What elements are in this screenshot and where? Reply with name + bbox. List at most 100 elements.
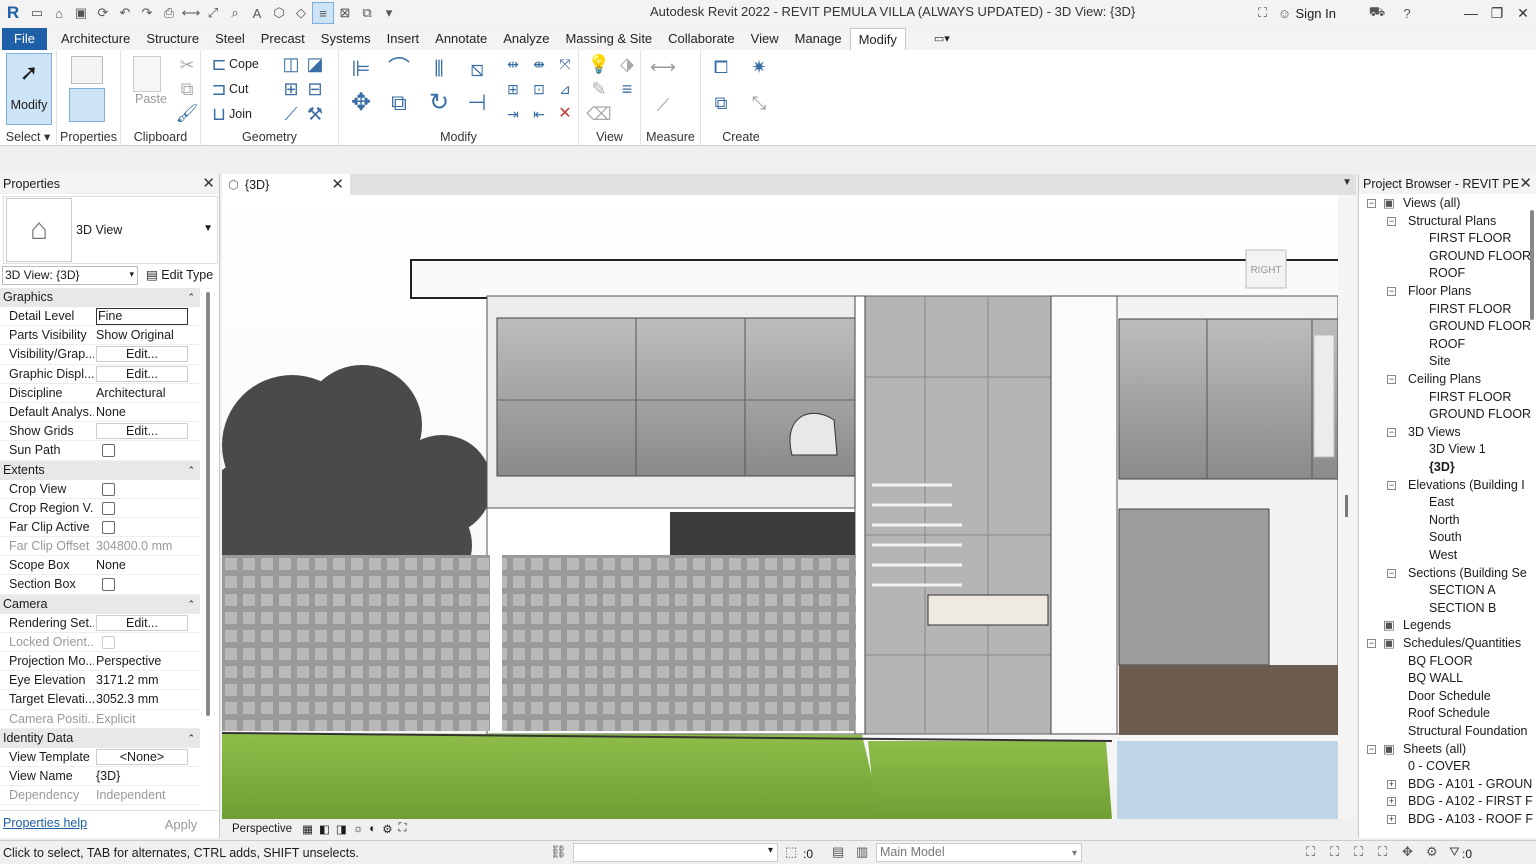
render-icon[interactable]: ⚙: [382, 822, 392, 836]
align-icon[interactable]: ⊫: [345, 56, 377, 86]
property-edit-button[interactable]: Edit...: [96, 423, 188, 440]
sync-icon[interactable]: ⟳: [92, 2, 114, 24]
collapse-icon[interactable]: ⌃: [187, 288, 195, 307]
offset-icon[interactable]: ⌒: [383, 56, 415, 86]
property-value[interactable]: Fine: [94, 307, 200, 325]
property-value[interactable]: 3171.2 mm: [94, 671, 200, 689]
property-value[interactable]: None: [94, 403, 200, 421]
browser-item[interactable]: ROOF: [1429, 336, 1465, 353]
property-checkbox[interactable]: [102, 578, 115, 592]
undo-icon[interactable]: ↶: [114, 2, 136, 24]
instance-selector[interactable]: 3D View: {3D} ▾: [2, 266, 138, 285]
tab-steel[interactable]: Steel: [207, 28, 253, 50]
navigation-bar[interactable]: [1313, 334, 1335, 458]
redo-icon[interactable]: ↷: [136, 2, 158, 24]
split-gap-icon[interactable]: ⇼: [525, 51, 553, 77]
demolish-icon[interactable]: ⊟: [301, 76, 329, 102]
remove-paint-icon[interactable]: ⚒: [301, 101, 329, 127]
select-pinned-icon[interactable]: ⛶: [1354, 844, 1363, 860]
select-underlay-icon[interactable]: ⛶: [1330, 844, 1339, 860]
close-hidden-icon[interactable]: ⊠: [334, 2, 356, 24]
tab-annotate[interactable]: Annotate: [427, 28, 495, 50]
collapse-icon[interactable]: −: [1387, 568, 1396, 578]
property-value[interactable]: [94, 518, 200, 536]
browser-item[interactable]: Floor Plans: [1408, 283, 1471, 300]
background-process-icon[interactable]: ⚙: [1426, 844, 1438, 860]
restore-button[interactable]: ❐: [1484, 5, 1510, 22]
tab-architecture[interactable]: Architecture: [53, 28, 138, 50]
tab-collaborate[interactable]: Collaborate: [660, 28, 743, 50]
editable-only-icon[interactable]: ⬚: [785, 844, 797, 860]
cope-button[interactable]: Cope: [229, 57, 259, 71]
text-icon[interactable]: A: [246, 2, 268, 24]
browser-item[interactable]: Door Schedule: [1408, 688, 1491, 705]
browser-scrollbar[interactable]: [1530, 210, 1534, 320]
browser-item[interactable]: FIRST FLOOR: [1429, 301, 1511, 318]
unpin-icon[interactable]: ⤧: [551, 51, 579, 77]
apply-button[interactable]: Apply: [147, 815, 215, 835]
create-assembly-icon[interactable]: ⧠: [705, 54, 737, 84]
collapse-icon[interactable]: −: [1387, 375, 1396, 384]
user-icon[interactable]: ☺: [1274, 2, 1296, 24]
copy-icon[interactable]: ⧉: [173, 76, 201, 102]
browser-item[interactable]: BDG - A103 - ROOF F: [1408, 811, 1533, 828]
tab-analyze[interactable]: Analyze: [495, 28, 557, 50]
tab-structure[interactable]: Structure: [138, 28, 207, 50]
property-edit-button[interactable]: Edit...: [96, 614, 188, 631]
property-section[interactable]: Graphics ⌃: [0, 288, 200, 307]
customize-toolbar-icon[interactable]: ▾: [378, 2, 400, 24]
thin-lines-view-icon[interactable]: ≡: [613, 76, 641, 102]
tab-systems[interactable]: Systems: [313, 28, 379, 50]
collapse-icon[interactable]: −: [1387, 287, 1396, 296]
join-button[interactable]: Join: [229, 107, 252, 121]
property-value[interactable]: Edit...: [94, 345, 200, 363]
folder-open-icon[interactable]: ⌂: [48, 2, 70, 24]
property-input[interactable]: Fine: [96, 308, 188, 325]
print-icon[interactable]: ⎙: [158, 2, 180, 24]
switch-windows-icon[interactable]: ⧉: [356, 2, 378, 24]
design-options-icon[interactable]: ▤: [832, 844, 844, 860]
collapse-icon[interactable]: −: [1387, 480, 1396, 490]
split-element-icon[interactable]: ⇹: [499, 51, 527, 77]
paint-icon[interactable]: ◪: [301, 51, 329, 77]
shadows-icon[interactable]: ◐: [369, 823, 376, 835]
type-selector[interactable]: ⌂ 3D View ▼: [3, 196, 218, 264]
detail-level-icon[interactable]: ◧: [319, 822, 330, 836]
property-section[interactable]: Extents ⌃: [0, 460, 200, 480]
property-value[interactable]: 3052.3 mm: [94, 690, 200, 708]
crop-icon[interactable]: ⛶: [399, 822, 407, 835]
rotate-icon[interactable]: ↻: [423, 90, 455, 120]
browser-item[interactable]: Roof Schedule: [1408, 705, 1490, 722]
viewport-scrollbar[interactable]: [1338, 195, 1356, 819]
property-value[interactable]: {3D}: [94, 767, 200, 785]
revit-logo-icon[interactable]: R: [0, 0, 26, 26]
browser-item[interactable]: Schedules/Quantities: [1403, 635, 1521, 652]
properties-help-link[interactable]: Properties help: [3, 816, 87, 830]
array-icon[interactable]: ⊞: [499, 76, 527, 102]
section-icon[interactable]: ◇: [290, 2, 312, 24]
property-value[interactable]: Architectural: [94, 384, 200, 402]
mirror-pick-axis-icon[interactable]: ⫴: [423, 56, 455, 86]
3d-view-icon[interactable]: ⬡: [268, 2, 290, 24]
tab-insert[interactable]: Insert: [379, 28, 428, 50]
design-option-combo[interactable]: Main Model ▾: [876, 843, 1082, 862]
browser-item[interactable]: GROUND FLOOR: [1429, 318, 1531, 335]
tab-file[interactable]: File: [2, 28, 47, 50]
tab-view[interactable]: View: [743, 28, 787, 50]
tab-menu-icon[interactable]: ▼: [1342, 177, 1352, 188]
tag-icon[interactable]: ⌕: [224, 2, 246, 24]
browser-item[interactable]: West: [1429, 547, 1457, 564]
binoculars-icon[interactable]: ⛶: [1252, 2, 1274, 24]
collapse-icon[interactable]: −: [1387, 427, 1396, 437]
open-icon[interactable]: ▭: [26, 2, 48, 24]
move-icon[interactable]: ✥: [345, 90, 377, 120]
select-links-icon[interactable]: ⛶: [1306, 844, 1315, 860]
browser-item[interactable]: Legends: [1403, 617, 1451, 634]
browser-item[interactable]: BQ FLOOR: [1408, 653, 1473, 670]
property-value[interactable]: Edit...: [94, 614, 200, 632]
pin-icon[interactable]: ⊿: [551, 76, 579, 102]
browser-item[interactable]: BDG - A102 - FIRST F: [1408, 793, 1533, 810]
close-icon[interactable]: ✕: [331, 175, 344, 193]
create-similar-icon[interactable]: ⤡: [743, 90, 775, 120]
browser-item[interactable]: Sections (Building Se: [1408, 565, 1527, 582]
